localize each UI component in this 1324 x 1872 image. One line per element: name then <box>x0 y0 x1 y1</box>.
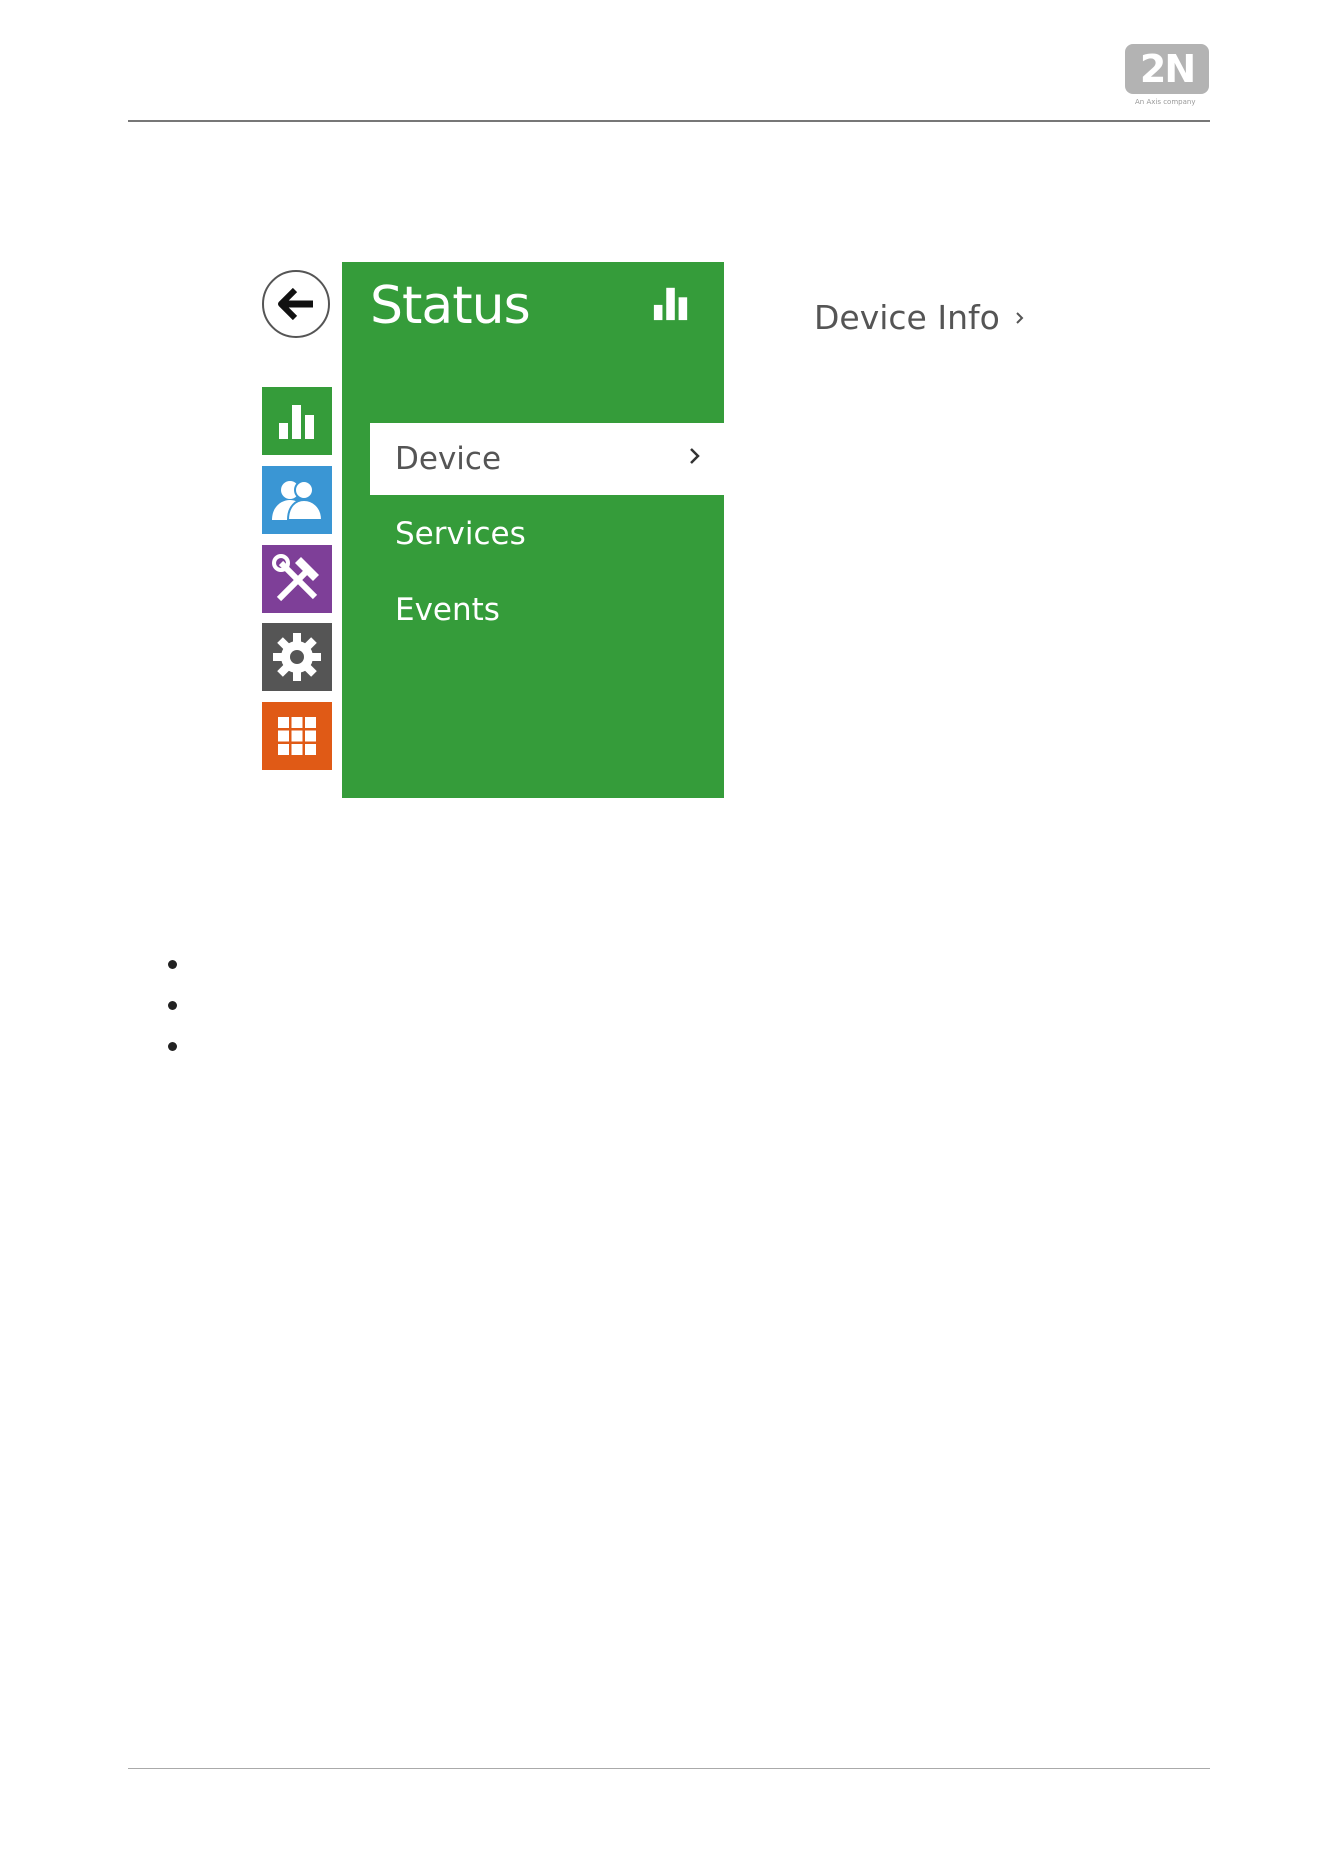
menu-item-events[interactable]: Events <box>370 574 724 646</box>
panel-title: Status <box>370 276 531 336</box>
nav-services[interactable] <box>262 545 332 613</box>
header-divider <box>128 120 1210 122</box>
nav-system[interactable] <box>262 702 332 770</box>
bar-chart-icon <box>279 405 314 439</box>
menu-item-services[interactable]: Services <box>370 498 724 570</box>
nav-status[interactable] <box>262 387 332 455</box>
chevron-right-icon <box>690 448 700 464</box>
brand-logo: 2N An Axis company <box>1125 44 1211 106</box>
back-button[interactable] <box>262 270 330 338</box>
users-icon <box>272 480 324 521</box>
list-item-bullet <box>168 1001 177 1010</box>
tools-icon <box>272 554 319 602</box>
footer-divider <box>128 1768 1210 1769</box>
nav-users[interactable] <box>262 466 332 534</box>
menu-item-device[interactable]: Device <box>370 423 724 495</box>
status-panel: Status Device Services Events <box>342 262 724 798</box>
gear-icon <box>273 633 321 681</box>
arrow-left-icon <box>278 288 313 320</box>
logo-badge: 2N <box>1125 44 1209 94</box>
menu-item-label: Events <box>395 592 500 628</box>
logo-subtitle: An Axis company <box>1135 98 1196 106</box>
list-item-bullet <box>168 960 177 969</box>
grid-icon <box>278 717 316 755</box>
nav-settings[interactable] <box>262 623 332 691</box>
device-info-label: Device Info <box>814 298 1000 337</box>
bar-chart-icon <box>653 287 688 321</box>
chevron-right-icon <box>1014 308 1026 328</box>
list-item-bullet <box>168 1042 177 1051</box>
menu-item-label: Device <box>395 441 502 477</box>
logo-text: 2N <box>1139 47 1196 91</box>
device-info-link[interactable]: Device Info <box>814 298 1026 337</box>
menu-item-label: Services <box>395 516 526 552</box>
